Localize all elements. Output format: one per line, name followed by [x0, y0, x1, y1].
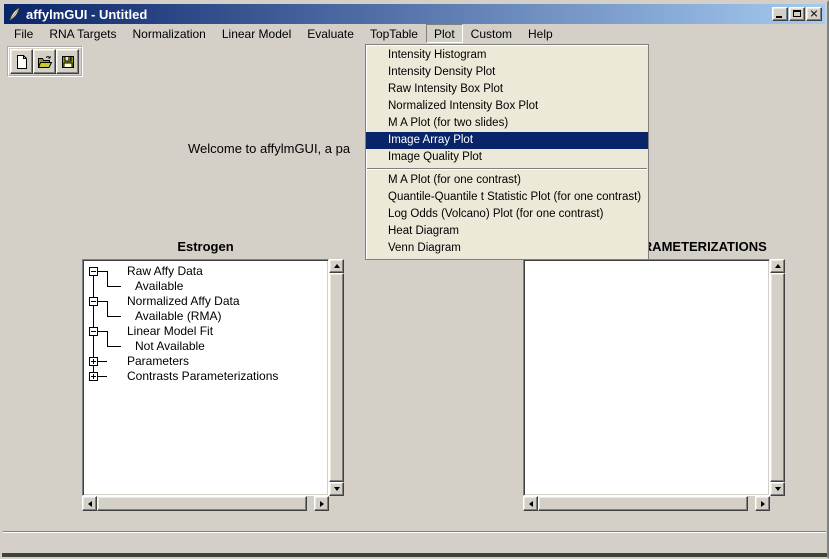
scroll-down-button[interactable]	[770, 482, 785, 496]
open-folder-icon	[37, 54, 53, 70]
scroll-left-button[interactable]	[523, 496, 538, 511]
save-file-button[interactable]	[56, 49, 79, 74]
menu-toptable[interactable]: TopTable	[362, 24, 426, 43]
left-panel-horizontal-scrollbar[interactable]	[82, 496, 329, 511]
menu-item-log-odds-volcano-plot[interactable]: Log Odds (Volcano) Plot (for one contras…	[366, 206, 648, 223]
application-window: affylmGUI - Untitled File RNA Targets No…	[0, 0, 829, 559]
menu-linear-model[interactable]: Linear Model	[214, 24, 299, 43]
menu-file[interactable]: File	[6, 24, 41, 43]
arrow-down-icon	[334, 487, 340, 491]
feather-icon	[7, 7, 21, 21]
scroll-thumb[interactable]	[329, 273, 344, 482]
menu-normalization[interactable]: Normalization	[125, 24, 214, 43]
menu-custom[interactable]: Custom	[463, 24, 520, 43]
arrow-down-icon	[775, 487, 781, 491]
arrow-left-icon	[88, 501, 92, 507]
title-bar[interactable]: affylmGUI - Untitled	[4, 4, 825, 24]
tree-item-label[interactable]: Normalized Affy Data	[127, 294, 240, 308]
tree-toggle-normalized-affy-data[interactable]	[89, 297, 98, 306]
scroll-up-button[interactable]	[329, 259, 344, 273]
minimize-icon	[776, 16, 782, 18]
scroll-right-button[interactable]	[755, 496, 770, 511]
new-document-icon	[14, 54, 30, 70]
tree-item-label[interactable]: Linear Model Fit	[127, 324, 213, 338]
scroll-thumb[interactable]	[770, 273, 785, 482]
arrow-up-icon	[334, 264, 340, 268]
new-file-button[interactable]	[10, 49, 33, 74]
menu-item-venn-diagram[interactable]: Venn Diagram	[366, 240, 648, 257]
menu-evaluate[interactable]: Evaluate	[299, 24, 362, 43]
arrow-right-icon	[761, 501, 765, 507]
tree-child-label[interactable]: Not Available	[135, 339, 205, 353]
tree-child-label[interactable]: Available	[135, 279, 183, 293]
scroll-left-button[interactable]	[82, 496, 97, 511]
menu-plot[interactable]: Plot	[426, 24, 463, 43]
scroll-up-button[interactable]	[770, 259, 785, 273]
toolbar	[7, 46, 83, 77]
menu-item-qq-t-statistic-plot[interactable]: Quantile-Quantile t Statistic Plot (for …	[366, 189, 648, 206]
tree-toggle-parameters[interactable]	[89, 357, 98, 366]
arrow-left-icon	[529, 501, 533, 507]
menu-item-raw-intensity-box-plot[interactable]: Raw Intensity Box Plot	[366, 81, 648, 98]
right-panel-vertical-scrollbar[interactable]	[770, 259, 785, 496]
menu-item-intensity-density-plot[interactable]: Intensity Density Plot	[366, 64, 648, 81]
scroll-right-button[interactable]	[314, 496, 329, 511]
tree-toggle-contrasts-parameterizations[interactable]	[89, 372, 98, 381]
menu-item-ma-plot-one-contrast[interactable]: M A Plot (for one contrast)	[366, 172, 648, 189]
menu-item-intensity-histogram[interactable]: Intensity Histogram	[366, 47, 648, 64]
arrow-up-icon	[775, 264, 781, 268]
left-panel-vertical-scrollbar[interactable]	[329, 259, 344, 496]
menu-item-image-quality-plot[interactable]: Image Quality Plot	[366, 149, 648, 166]
scroll-thumb[interactable]	[97, 496, 307, 511]
menu-item-normalized-intensity-box-plot[interactable]: Normalized Intensity Box Plot	[366, 98, 648, 115]
menu-rna-targets[interactable]: RNA Targets	[41, 24, 124, 43]
contrasts-parameterizations-listbox[interactable]	[523, 259, 770, 496]
window-bottom-edge	[0, 553, 829, 559]
welcome-text: Welcome to affylmGUI, a pa	[188, 141, 350, 156]
tree-item-label[interactable]: Raw Affy Data	[127, 264, 203, 278]
maximize-icon	[793, 10, 801, 17]
menu-help[interactable]: Help	[520, 24, 561, 43]
tree-child-label[interactable]: Available (RMA)	[135, 309, 221, 323]
left-panel-title: Estrogen	[82, 239, 329, 254]
menu-item-heat-diagram[interactable]: Heat Diagram	[366, 223, 648, 240]
tree-item-label[interactable]: Parameters	[127, 354, 189, 368]
plot-dropdown-menu: Intensity Histogram Intensity Density Pl…	[365, 44, 649, 260]
close-button[interactable]	[806, 7, 822, 21]
minimize-button[interactable]	[772, 7, 788, 21]
tree-item-label[interactable]: Contrasts Parameterizations	[127, 369, 278, 383]
menu-separator	[367, 168, 647, 170]
menu-item-ma-plot-two-slides[interactable]: M A Plot (for two slides)	[366, 115, 648, 132]
menu-item-image-array-plot-selected[interactable]: Image Array Plot	[366, 132, 648, 149]
maximize-button[interactable]	[789, 7, 805, 21]
menu-bar: File RNA Targets Normalization Linear Mo…	[4, 24, 825, 43]
arrow-right-icon	[320, 501, 324, 507]
open-file-button[interactable]	[33, 49, 56, 74]
status-tree: Raw Affy Data Available Normalized Affy …	[85, 262, 326, 493]
save-floppy-icon	[60, 54, 76, 70]
scroll-thumb[interactable]	[538, 496, 748, 511]
estrogen-tree-listbox[interactable]: Raw Affy Data Available Normalized Affy …	[82, 259, 329, 496]
tree-toggle-raw-affy-data[interactable]	[89, 267, 98, 276]
window-title: affylmGUI - Untitled	[26, 7, 147, 22]
status-bar	[3, 533, 826, 553]
right-panel-horizontal-scrollbar[interactable]	[523, 496, 770, 511]
tree-toggle-linear-model-fit[interactable]	[89, 327, 98, 336]
scroll-down-button[interactable]	[329, 482, 344, 496]
